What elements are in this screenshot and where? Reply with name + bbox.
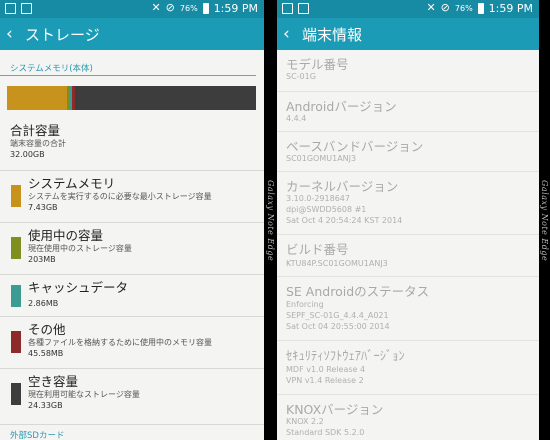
page-title: ストレージ — [25, 25, 100, 44]
info-key: ビルド番号 — [286, 242, 349, 257]
info-row-knox[interactable]: KNOXバージョン KNOX 2.2 Standard SDK 5.2.0 — [277, 394, 539, 440]
storage-item-free[interactable]: 空き容量 現在利用可能なストレージ容量 24.33GB — [0, 368, 264, 420]
device-info-screen: ✕ ⊘ 76% 1:59 PM ‹ 端末情報 モデル番号 SC-01G Andr… — [277, 0, 539, 440]
action-bar: ‹ 端末情報 — [277, 18, 539, 50]
clock: 1:59 PM — [213, 1, 258, 15]
info-value: KNOX 2.2 — [286, 417, 324, 426]
item-sub: システムを実行するのに必要な最小ストレージ容量 — [28, 192, 212, 201]
notification-icon — [5, 3, 16, 14]
info-row-se-android[interactable]: SE Androidのステータス Enforcing SEPF_SC-01G_4… — [277, 276, 539, 340]
info-key: KNOXバージョン — [286, 402, 384, 417]
color-swatch — [11, 285, 21, 307]
mute-icon: ✕ — [426, 1, 436, 14]
item-title: 使用中の容量 — [28, 228, 104, 243]
battery-percent: 76% — [454, 3, 473, 13]
info-value: Sat Oct 4 20:54:24 KST 2014 — [286, 216, 403, 225]
image-notification-icon — [298, 3, 309, 14]
color-swatch — [11, 383, 21, 405]
info-key: モデル番号 — [286, 57, 349, 72]
item-title: 空き容量 — [28, 374, 79, 389]
storage-usage-bar — [7, 86, 256, 110]
info-row-android-version[interactable]: Androidバージョン 4.4.4 — [277, 91, 539, 131]
info-row-security-software[interactable]: ｾｷｭﾘﾃｨｿﾌﾄｳｪｱﾊﾞｰｼﾞｮﾝ MDF v1.0 Release 4 V… — [277, 340, 539, 394]
info-value: Sat Oct 04 20:55:00 2014 — [286, 322, 390, 331]
info-value: Enforcing — [286, 300, 324, 309]
info-value: SEPF_SC-01G_4.4.4_A021 — [286, 311, 389, 320]
edge-watermark-left: Galaxy Note Edge — [266, 180, 275, 262]
mute-icon: ✕ — [151, 1, 161, 14]
info-value: MDF v1.0 Release 4 — [286, 365, 366, 374]
info-row-model[interactable]: モデル番号 SC-01G — [277, 50, 539, 90]
info-key: ｾｷｭﾘﾃｨｿﾌﾄｳｪｱﾊﾞｰｼﾞｮﾝ — [286, 348, 405, 363]
storage-item-system-memory[interactable]: システムメモリ システムを実行するのに必要な最小ストレージ容量 7.43GB — [0, 170, 264, 222]
info-row-kernel[interactable]: カーネルバージョン 3.10.0-2918647 dpi@SWDD5608 #1… — [277, 171, 539, 234]
section-header-system-memory: システムメモリ(本体) — [0, 50, 256, 76]
info-value: SC-01G — [286, 72, 316, 81]
storage-item-other[interactable]: その他 各種ファイルを格納するために使用中のメモリ容量 45.58MB — [0, 316, 264, 368]
clock: 1:59 PM — [488, 1, 533, 15]
item-value: 7.43GB — [28, 203, 58, 212]
edge-watermark-right: Galaxy Note Edge — [540, 180, 549, 262]
storage-item-cache[interactable]: キャッシュデータ 2.86MB — [0, 274, 264, 316]
item-value: 45.58MB — [28, 349, 64, 358]
info-key: ベースバンドバージョン — [286, 139, 424, 154]
info-value: KTU84P.SC01GOMU1ANJ3 — [286, 259, 388, 268]
info-value: 3.10.0-2918647 — [286, 194, 350, 203]
image-notification-icon — [21, 3, 32, 14]
battery-icon — [477, 2, 484, 14]
notification-icon — [282, 3, 293, 14]
page-title: 端末情報 — [302, 25, 363, 44]
item-sub: 現在使用中のストレージ容量 — [28, 244, 132, 253]
section-header-sd-card: 外部SDカード — [0, 424, 264, 440]
no-signal-icon: ⊘ — [440, 1, 450, 14]
info-value: SC01GOMU1ANJ3 — [286, 154, 357, 163]
info-row-build-number[interactable]: ビルド番号 KTU84P.SC01GOMU1ANJ3 — [277, 234, 539, 276]
total-title: 合計容量 — [10, 123, 61, 138]
item-value: 203MB — [28, 255, 56, 264]
total-sub: 端末容量の合計 — [10, 139, 66, 148]
item-value: 2.86MB — [28, 299, 59, 308]
total-value: 32.00GB — [10, 150, 45, 159]
usage-segment — [75, 86, 256, 110]
color-swatch — [11, 237, 21, 259]
status-bar: ✕ ⊘ 76% 1:59 PM — [277, 0, 539, 18]
info-value: 4.4.4 — [286, 114, 307, 123]
color-swatch — [11, 185, 21, 207]
battery-percent: 76% — [179, 3, 198, 13]
item-title: キャッシュデータ — [28, 280, 129, 295]
status-bar: ✕ ⊘ 76% 1:59 PM — [0, 0, 264, 18]
color-swatch — [11, 331, 21, 353]
info-key: カーネルバージョン — [286, 179, 399, 194]
item-title: その他 — [28, 322, 66, 337]
battery-icon — [202, 2, 209, 14]
info-key: Androidバージョン — [286, 99, 397, 114]
item-title: システムメモリ — [28, 176, 116, 191]
item-value: 24.33GB — [28, 401, 63, 410]
info-value: VPN v1.4 Release 2 — [286, 376, 364, 385]
back-arrow-icon[interactable]: ‹ — [6, 18, 22, 50]
item-sub: 各種ファイルを格納するために使用中のメモリ容量 — [28, 338, 212, 347]
storage-screen: ✕ ⊘ 76% 1:59 PM ‹ ストレージ システムメモリ(本体) 合計容量… — [0, 0, 264, 440]
info-value: dpi@SWDD5608 #1 — [286, 205, 367, 214]
info-value: Standard SDK 5.2.0 — [286, 428, 365, 437]
no-signal-icon: ⊘ — [165, 1, 175, 14]
usage-segment — [7, 86, 67, 110]
action-bar: ‹ ストレージ — [0, 18, 264, 50]
back-arrow-icon[interactable]: ‹ — [283, 18, 299, 50]
item-sub: 現在利用可能なストレージ容量 — [28, 390, 140, 399]
info-row-baseband[interactable]: ベースバンドバージョン SC01GOMU1ANJ3 — [277, 131, 539, 171]
total-capacity: 合計容量 端末容量の合計 32.00GB — [10, 124, 66, 160]
storage-item-used[interactable]: 使用中の容量 現在使用中のストレージ容量 203MB — [0, 222, 264, 274]
info-key: SE Androidのステータス — [286, 284, 430, 299]
